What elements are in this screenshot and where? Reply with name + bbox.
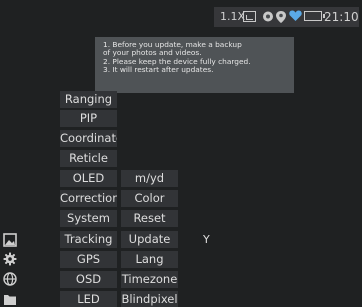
folder-icon[interactable] [3,292,17,306]
menu-item-led[interactable]: LED [60,291,117,307]
menu-item-color[interactable]: Color [121,190,178,207]
menu-item-coordinate[interactable]: Coordinate [60,130,117,147]
menu-item-system[interactable]: System [60,210,117,227]
menu-item-reticle[interactable]: Reticle [60,150,117,167]
menu-item-lang[interactable]: Lang [121,251,178,268]
menu-item-oled[interactable]: OLED [60,170,117,187]
wifi-icon [263,11,273,22]
gallery-icon[interactable] [3,233,17,247]
device-screen: 1.1X 21:10 1. Before you update, make a … [0,0,362,307]
menu-item-pip[interactable]: PIP [60,110,117,127]
update-notice: 1. Before you update, make a backup of y… [95,37,294,93]
battery-icon [304,11,325,21]
menu-item-timezone[interactable]: Timezone [121,271,178,288]
menu-item-ranging[interactable]: Ranging [60,91,117,108]
menu-item-update[interactable]: Update [121,231,178,248]
update-value: Y [203,233,210,246]
zoom-level: 1.1X [220,10,246,23]
globe-icon[interactable] [3,272,17,286]
menu-item-myd[interactable]: m/yd [121,170,178,187]
menu-item-reset[interactable]: Reset [121,210,178,227]
settings-gear-icon[interactable] [3,252,17,266]
notice-line: 3. It will restart after updates. [103,65,214,75]
menu-item-tracking[interactable]: Tracking [60,231,117,248]
status-bar: 1.1X 21:10 [214,7,359,27]
clock: 21:10 [324,10,359,24]
menu-item-gps[interactable]: GPS [60,251,117,268]
location-pin-icon [276,11,286,23]
menu-item-osd[interactable]: OSD [60,271,117,288]
menu-item-correction[interactable]: Correction [60,190,117,207]
image-mode-icon [243,11,256,22]
menu-item-blindpixel[interactable]: Blindpixel [121,291,178,307]
heart-icon [289,10,302,21]
